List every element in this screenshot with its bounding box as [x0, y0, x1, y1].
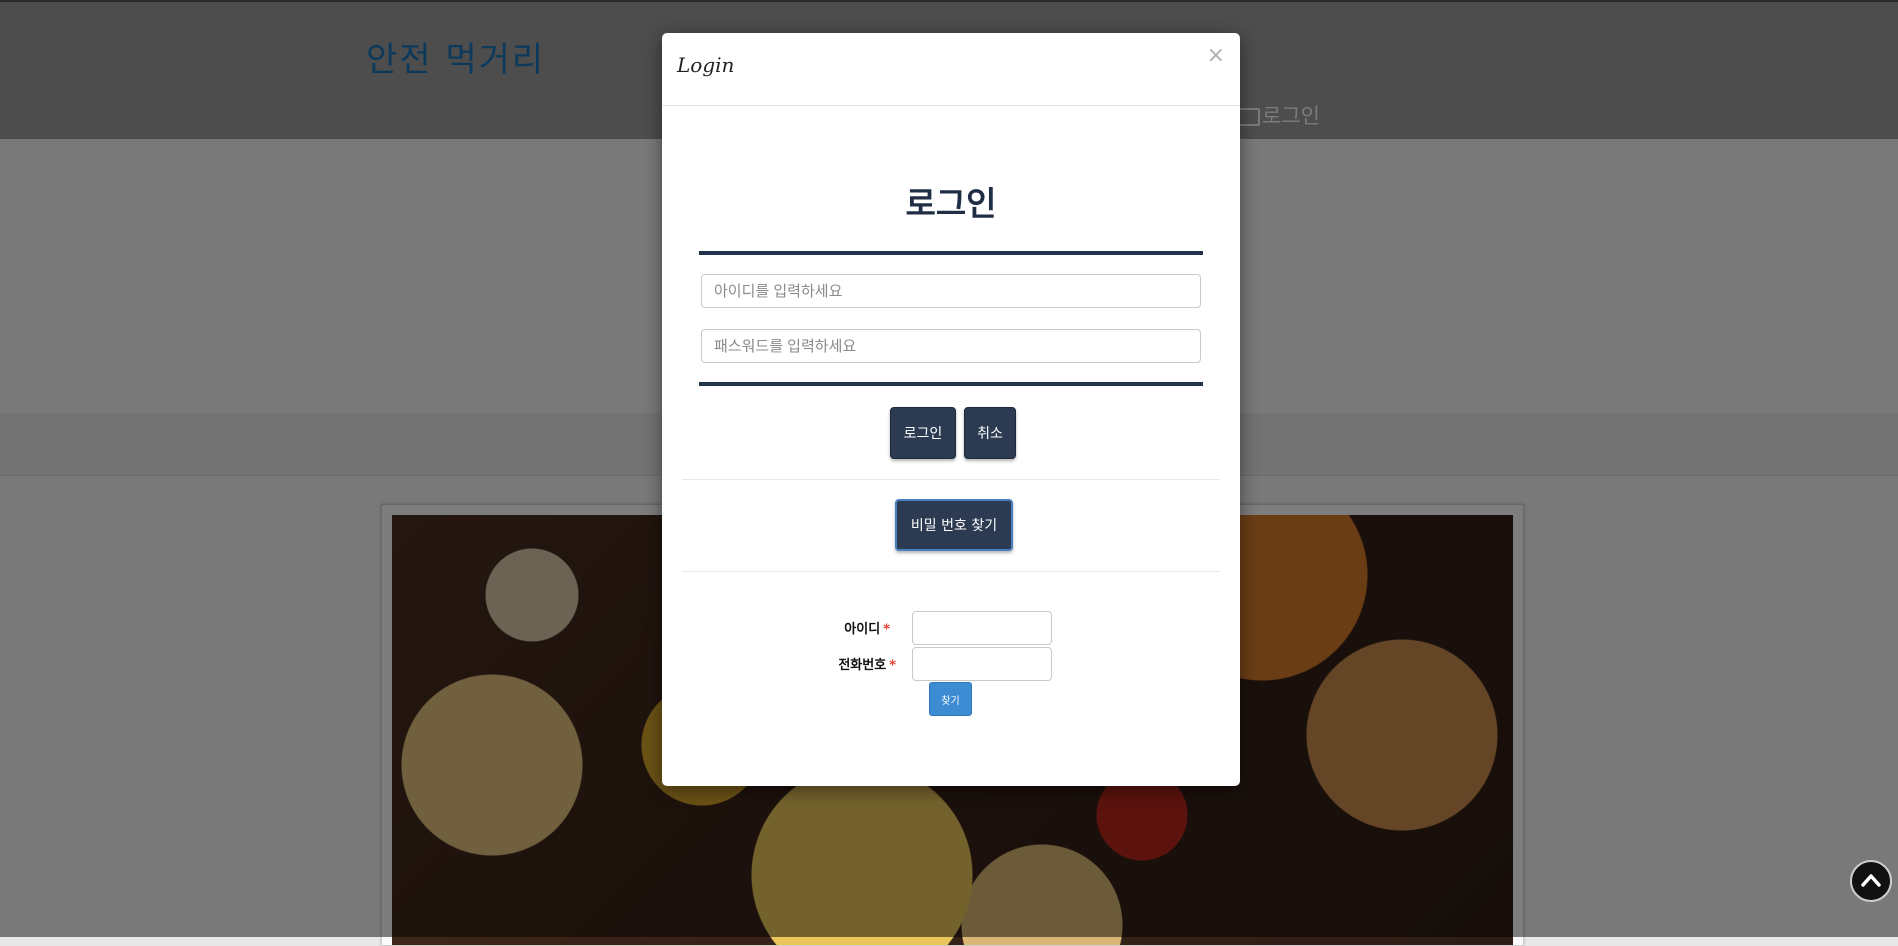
- required-mark: *: [883, 622, 890, 637]
- cancel-button[interactable]: 취소: [964, 407, 1016, 459]
- close-button[interactable]: ×: [1207, 43, 1225, 68]
- modal-title: Login: [677, 53, 735, 77]
- login-button[interactable]: 로그인: [890, 407, 956, 459]
- required-mark: *: [889, 658, 896, 673]
- divider-top: [682, 479, 1220, 480]
- login-modal: Login × 로그인 로그인 취소 비밀 번호 찾기 아이디* 전화번호* 찾…: [662, 33, 1240, 786]
- find-phone-label: 전화번호 *: [838, 658, 896, 673]
- find-id-input[interactable]: [912, 611, 1052, 645]
- password-input[interactable]: [701, 329, 1201, 363]
- modal-header: Login ×: [662, 33, 1240, 106]
- form-top-rule: [699, 251, 1203, 255]
- find-submit-button[interactable]: 찾기: [929, 682, 972, 716]
- find-id-label: 아이디 *: [844, 622, 890, 637]
- form-bottom-rule: [699, 382, 1203, 386]
- id-input[interactable]: [701, 274, 1201, 308]
- divider-bottom: [682, 571, 1220, 572]
- chevron-up-icon: [1861, 874, 1881, 887]
- login-heading: 로그인: [905, 184, 997, 223]
- back-to-top-button[interactable]: [1850, 860, 1892, 902]
- find-password-button[interactable]: 비밀 번호 찾기: [895, 499, 1013, 551]
- find-phone-input[interactable]: [912, 647, 1052, 681]
